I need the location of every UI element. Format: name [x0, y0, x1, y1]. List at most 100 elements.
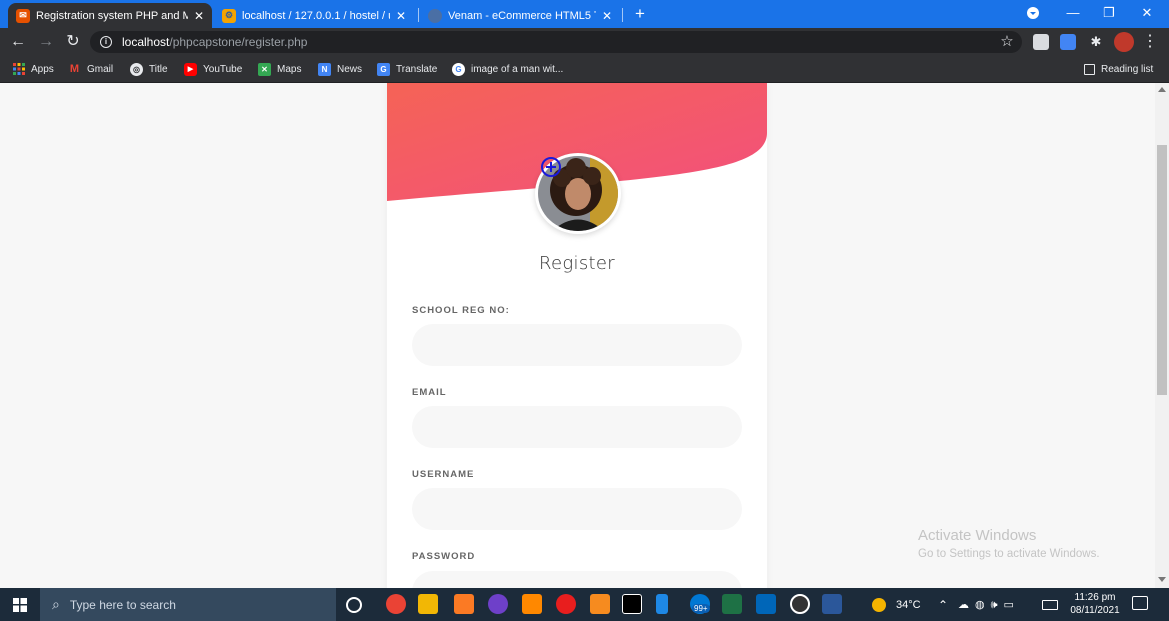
xampp-icon[interactable]	[454, 594, 474, 614]
username-input[interactable]	[412, 488, 742, 530]
minimize-button[interactable]: —	[1062, 4, 1084, 22]
scroll-up-icon[interactable]	[1158, 87, 1166, 92]
url-field[interactable]: i localhost/phpcapstone/register.php	[90, 31, 1022, 53]
chrome-icon[interactable]	[386, 594, 406, 614]
clock-time: 11:26 pm	[1074, 592, 1116, 603]
add-photo-icon[interactable]	[540, 156, 562, 178]
password-input[interactable]	[412, 571, 742, 588]
keyboard-icon[interactable]	[1042, 588, 1060, 621]
start-button[interactable]	[0, 588, 40, 621]
url-host: localhost	[122, 35, 170, 49]
bookmark-gmail[interactable]: M Gmail	[68, 61, 113, 77]
phone-link-icon[interactable]	[656, 594, 668, 614]
apps-icon	[12, 63, 25, 76]
tab-separator	[418, 8, 419, 22]
windows-taskbar: ⌕ Type here to search 99+ 34°C ⌃ ☁◍🕪▭ 11…	[0, 588, 1169, 621]
scroll-down-icon[interactable]	[1158, 577, 1166, 582]
weather-widget[interactable]: 34°C	[872, 588, 921, 621]
forward-button[interactable]: →	[36, 32, 56, 52]
school-reg-no-label: SCHOOL REG NO:	[412, 305, 510, 316]
bookmark-label: Translate	[396, 63, 438, 75]
sun-icon	[872, 597, 886, 612]
url-path: /phpcapstone/register.php	[169, 35, 308, 49]
bookmark-apps[interactable]: Apps	[12, 61, 54, 77]
back-button[interactable]: ←	[8, 32, 28, 52]
news-icon: N	[318, 62, 331, 76]
file-explorer-icon[interactable]	[418, 594, 438, 614]
translate-extension-icon[interactable]	[1060, 34, 1076, 50]
vlc-icon[interactable]	[522, 594, 542, 614]
intellij-icon[interactable]	[622, 594, 642, 614]
tab-separator	[622, 8, 623, 22]
bookmark-label: YouTube	[203, 63, 243, 75]
excel-icon[interactable]	[722, 594, 742, 614]
restore-button[interactable]: ❐	[1098, 4, 1120, 22]
scrollbar-thumb[interactable]	[1157, 145, 1167, 395]
close-icon[interactable]: ✕	[194, 9, 204, 23]
bookmark-label: Gmail	[87, 63, 114, 75]
profile-menu-icon[interactable]	[1022, 4, 1044, 22]
bookmark-label: Title	[149, 63, 168, 75]
tab-title: localhost / 127.0.0.1 / hostel / us	[242, 9, 390, 22]
reload-button[interactable]: ↻	[63, 32, 83, 52]
taskbar-clock[interactable]: 11:26 pm 08/11/2021	[1066, 591, 1124, 617]
bookmark-translate[interactable]: G Translate	[377, 61, 437, 77]
bookmark-image-search[interactable]: G image of a man wit...	[452, 61, 563, 77]
watermark-title: Activate Windows	[918, 527, 1037, 544]
search-placeholder: Type here to search	[69, 597, 176, 612]
bookmark-label: Apps	[31, 63, 54, 75]
xampp-icon: ✉	[16, 8, 30, 23]
gmail-icon: M	[69, 63, 80, 75]
email-input[interactable]	[412, 406, 742, 448]
bookmarks-bar: Apps M Gmail ◎ Title ▶ YouTube ✕ Maps N …	[0, 56, 1169, 83]
word-icon[interactable]	[822, 594, 842, 614]
close-window-button[interactable]: ✕	[1136, 4, 1158, 22]
clock-date: 08/11/2021	[1070, 605, 1120, 616]
info-icon[interactable]: i	[100, 36, 112, 48]
watermark-subtitle: Go to Settings to activate Windows.	[918, 548, 1100, 560]
github-icon[interactable]	[488, 594, 508, 614]
tab-phpmyadmin[interactable]: ⚙ localhost / 127.0.0.1 / hostel / us ✕	[214, 3, 414, 28]
bookmark-maps[interactable]: ✕ Maps	[258, 61, 301, 77]
bookmark-label: Maps	[277, 63, 302, 75]
username-label: USERNAME	[412, 469, 475, 480]
page-scrollbar[interactable]	[1155, 83, 1169, 588]
more-menu-icon[interactable]: ⋮	[1140, 32, 1160, 52]
show-hidden-icons[interactable]: ⌃	[938, 588, 948, 621]
bookmark-title[interactable]: ◎ Title	[130, 61, 168, 77]
extension-icon[interactable]	[1033, 34, 1049, 50]
reading-list-icon	[1084, 63, 1095, 75]
temperature: 34°C	[896, 598, 921, 611]
bookmark-star-icon[interactable]: ☆	[997, 32, 1017, 52]
tab-title: Registration system PHP and My	[36, 9, 188, 22]
cortana-icon[interactable]	[346, 597, 362, 613]
close-icon[interactable]: ✕	[602, 9, 612, 23]
mail-icon[interactable]: 99+	[690, 594, 710, 614]
tab-venam[interactable]: Venam - eCommerce HTML5 Tem ✕	[420, 3, 620, 28]
school-reg-no-input[interactable]	[412, 324, 742, 366]
notification-center-icon[interactable]	[1132, 596, 1148, 610]
maps-icon: ✕	[258, 62, 271, 76]
new-tab-button[interactable]: +	[631, 5, 649, 23]
browser-tab-bar: ✉ Registration system PHP and My ✕ ⚙ loc…	[0, 0, 1169, 28]
bookmark-news[interactable]: N News	[318, 61, 362, 77]
email-label: EMAIL	[412, 387, 447, 398]
close-icon[interactable]: ✕	[396, 9, 406, 23]
activate-windows-watermark: Activate Windows Go to Settings to activ…	[918, 527, 1100, 560]
reading-list-button[interactable]: Reading list	[1084, 61, 1153, 77]
bookmark-youtube[interactable]: ▶ YouTube	[184, 61, 242, 77]
google-icon: G	[452, 62, 465, 76]
reading-list-label: Reading list	[1101, 63, 1154, 75]
profile-avatar[interactable]	[1114, 32, 1134, 52]
tab-registration[interactable]: ✉ Registration system PHP and My ✕	[8, 3, 212, 28]
extensions-puzzle-icon[interactable]: ✱	[1086, 32, 1106, 52]
taskbar-search[interactable]: ⌕ Type here to search	[40, 588, 336, 621]
windows-icon	[13, 597, 27, 612]
search-icon: ⌕	[52, 596, 60, 612]
obs-icon[interactable]	[790, 594, 810, 614]
vscode-icon[interactable]	[756, 594, 776, 614]
sublime-icon[interactable]	[590, 594, 610, 614]
address-bar: ← → ↻ i localhost/phpcapstone/register.p…	[0, 28, 1169, 56]
opera-icon[interactable]	[556, 594, 576, 614]
system-tray-icons[interactable]: ☁◍🕪▭	[958, 588, 1020, 621]
